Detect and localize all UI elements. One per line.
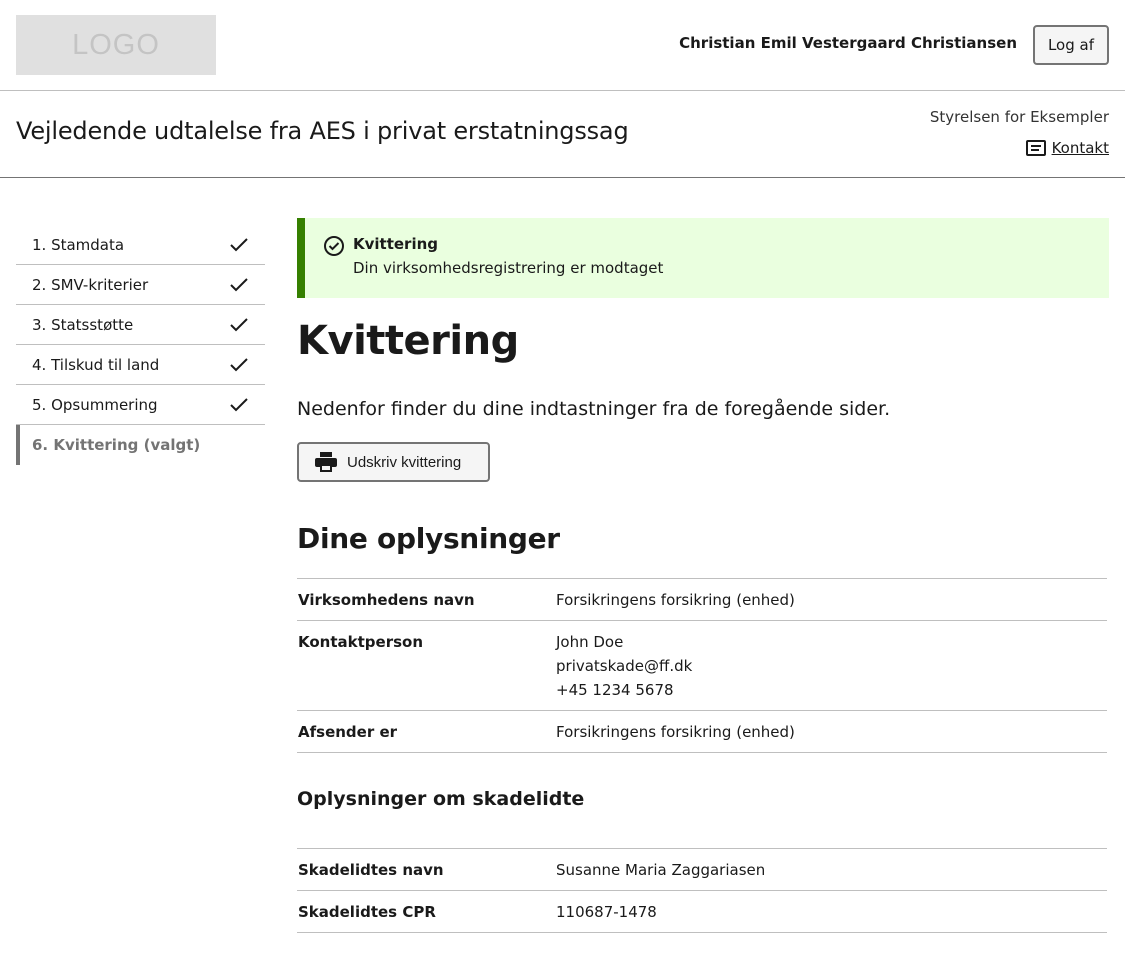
check-icon — [230, 238, 248, 252]
lead-text: Nedenfor finder du dine indtastninger fr… — [297, 398, 891, 420]
table-row: Skadelidtes CPR 110687-1478 — [297, 890, 1107, 933]
check-circle-icon — [324, 236, 344, 256]
logo: LOGO — [16, 15, 216, 75]
row-value: Susanne Maria Zaggariasen — [555, 849, 1107, 891]
info-table: Virksomhedens navn Forsikringens forsikr… — [297, 578, 1107, 753]
injured-table: Skadelidtes navn Susanne Maria Zaggarias… — [297, 848, 1107, 933]
step-navigation: 1. Stamdata 2. SMV-kriterier 3. Statsstø… — [16, 225, 265, 465]
row-value: John Doe privatskade@ff.dk +45 1234 5678 — [555, 621, 1107, 711]
step-item-smv-kriterier[interactable]: 2. SMV-kriterier — [16, 265, 265, 305]
check-icon — [230, 398, 248, 412]
contact-label: Kontakt — [1051, 139, 1109, 157]
value-line: John Doe — [556, 633, 624, 651]
row-value: 110687-1478 — [555, 891, 1107, 933]
section-heading: Dine oplysninger — [297, 522, 560, 555]
check-icon — [230, 278, 248, 292]
step-item-statsstotte[interactable]: 3. Statsstøtte — [16, 305, 265, 345]
injured-heading: Oplysninger om skadelidte — [297, 788, 585, 810]
step-item-opsummering[interactable]: 5. Opsummering — [16, 385, 265, 425]
authority-name: Styrelsen for Eksempler — [929, 108, 1109, 126]
logout-button[interactable]: Log af — [1033, 25, 1109, 65]
alert-title: Kvittering — [353, 235, 439, 253]
contact-link[interactable]: Kontakt — [1025, 139, 1109, 157]
receipt-heading: Kvittering — [297, 318, 519, 364]
check-icon — [230, 318, 248, 332]
step-label: 5. Opsummering — [32, 395, 158, 414]
step-label: 6. Kvittering (valgt) — [32, 436, 201, 454]
table-row: Virksomhedens navn Forsikringens forsikr… — [297, 578, 1107, 621]
printer-icon — [315, 452, 337, 472]
row-key: Skadelidtes CPR — [298, 903, 436, 921]
table-row: Skadelidtes navn Susanne Maria Zaggarias… — [297, 848, 1107, 891]
step-item-tilskud-til-land[interactable]: 4. Tilskud til land — [16, 345, 265, 385]
print-receipt-button[interactable]: Udskriv kvittering — [297, 442, 490, 482]
table-row: Afsender er Forsikringens forsikring (en… — [297, 710, 1107, 753]
value-line: 110687-1478 — [556, 903, 657, 921]
row-key: Afsender er — [298, 723, 398, 741]
step-label: 3. Statsstøtte — [32, 315, 134, 334]
page-title: Vejledende udtalelse fra AES i privat er… — [16, 117, 629, 145]
value-line: +45 1234 5678 — [556, 681, 674, 699]
top-header: LOGO Christian Emil Vestergaard Christia… — [0, 0, 1125, 91]
user-name: Christian Emil Vestergaard Christiansen — [679, 34, 1017, 52]
row-key: Kontaktperson — [298, 633, 424, 651]
check-icon — [230, 358, 248, 372]
alert-text: Din virksomhedsregistrering er modtaget — [353, 259, 664, 277]
row-value: Forsikringens forsikring (enhed) — [555, 711, 1107, 753]
value-line: Forsikringens forsikring (enhed) — [556, 723, 795, 741]
value-line: privatskade@ff.dk — [556, 657, 693, 675]
step-item-kvittering[interactable]: 6. Kvittering (valgt) — [16, 425, 265, 465]
row-value: Forsikringens forsikring (enhed) — [555, 579, 1107, 621]
value-line: Susanne Maria Zaggariasen — [556, 861, 766, 879]
success-alert: Kvittering Din virksomhedsregistrering e… — [297, 218, 1109, 298]
print-label: Udskriv kvittering — [347, 453, 462, 471]
contact-card-icon — [1025, 140, 1046, 156]
step-label: 1. Stamdata — [32, 235, 125, 254]
main-content: Kvittering Din virksomhedsregistrering e… — [297, 218, 1109, 933]
step-label: 4. Tilskud til land — [32, 355, 160, 374]
title-band: Vejledende udtalelse fra AES i privat er… — [0, 91, 1125, 178]
row-key: Virksomhedens navn — [298, 591, 475, 609]
step-item-stamdata[interactable]: 1. Stamdata — [16, 225, 265, 265]
step-label: 2. SMV-kriterier — [32, 275, 149, 294]
table-row: Kontaktperson John Doe privatskade@ff.dk… — [297, 620, 1107, 711]
value-line: Forsikringens forsikring (enhed) — [556, 591, 795, 609]
row-key: Skadelidtes navn — [298, 861, 444, 879]
